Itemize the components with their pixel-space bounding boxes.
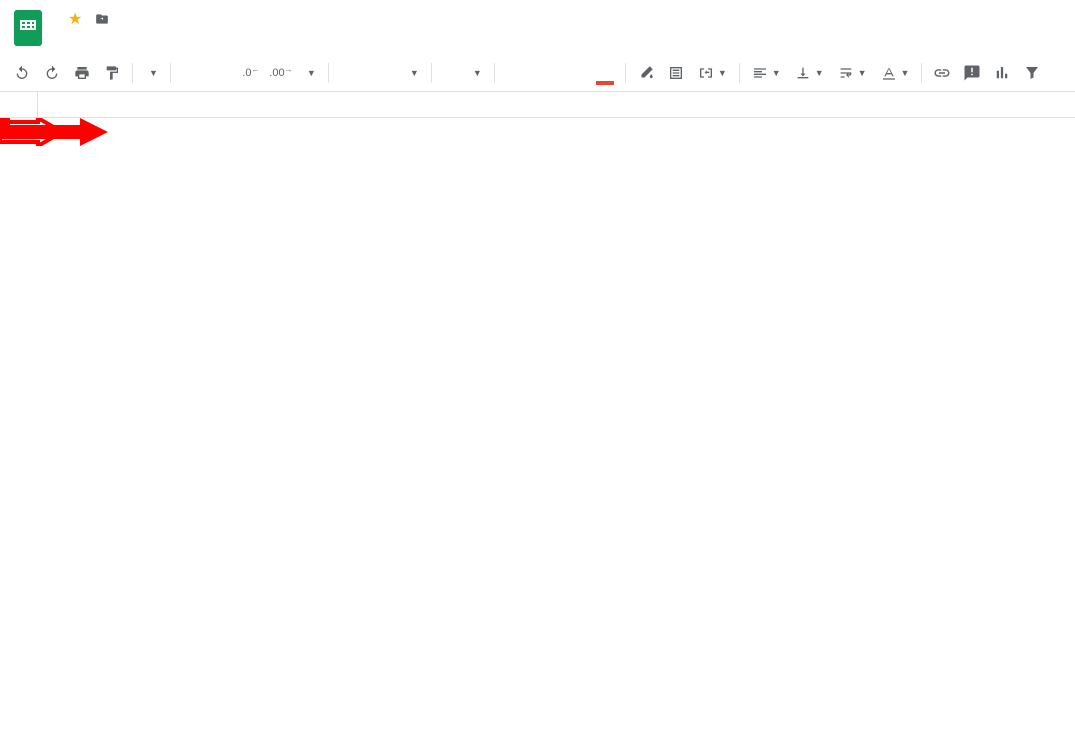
strikethrough-button[interactable] — [561, 59, 589, 87]
sheets-icon — [14, 10, 42, 46]
borders-button[interactable] — [662, 59, 690, 87]
bold-button[interactable] — [501, 59, 529, 87]
insert-link-button[interactable] — [928, 59, 956, 87]
star-icon[interactable]: ★ — [68, 9, 82, 29]
toolbar: ▼ .0← .00→ ▼ ▼ ▼ ▼ ▼ ▼ ▼ ▼ — [0, 54, 1075, 92]
italic-button[interactable] — [531, 59, 559, 87]
undo-button[interactable] — [8, 59, 36, 87]
text-rotation-dropdown[interactable]: ▼ — [875, 59, 916, 87]
merge-cells-dropdown[interactable]: ▼ — [692, 59, 733, 87]
filter-button[interactable] — [1018, 59, 1046, 87]
redo-button[interactable] — [38, 59, 66, 87]
percent-button[interactable] — [207, 59, 235, 87]
vertical-align-dropdown[interactable]: ▼ — [789, 59, 830, 87]
formula-input[interactable] — [38, 92, 1075, 117]
insert-chart-button[interactable] — [988, 59, 1016, 87]
select-all-corner[interactable] — [0, 118, 36, 140]
decrease-decimal-button[interactable]: .0← — [237, 59, 265, 87]
move-folder-icon[interactable] — [94, 12, 110, 26]
app-logo[interactable] — [8, 8, 48, 48]
formula-bar — [0, 92, 1075, 118]
zoom-dropdown[interactable]: ▼ — [139, 59, 164, 87]
currency-button[interactable] — [177, 59, 205, 87]
increase-decimal-button[interactable]: .00→ — [267, 59, 295, 87]
text-color-button[interactable] — [591, 59, 619, 87]
paint-format-button[interactable] — [98, 59, 126, 87]
print-button[interactable] — [68, 59, 96, 87]
number-format-dropdown[interactable]: ▼ — [297, 59, 322, 87]
insert-comment-button[interactable] — [958, 59, 986, 87]
horizontal-align-dropdown[interactable]: ▼ — [746, 59, 787, 87]
text-wrap-dropdown[interactable]: ▼ — [832, 59, 873, 87]
fill-color-button[interactable] — [632, 59, 660, 87]
font-size-dropdown[interactable]: ▼ — [438, 59, 488, 87]
fx-label — [0, 92, 38, 117]
font-dropdown[interactable]: ▼ — [335, 59, 425, 87]
